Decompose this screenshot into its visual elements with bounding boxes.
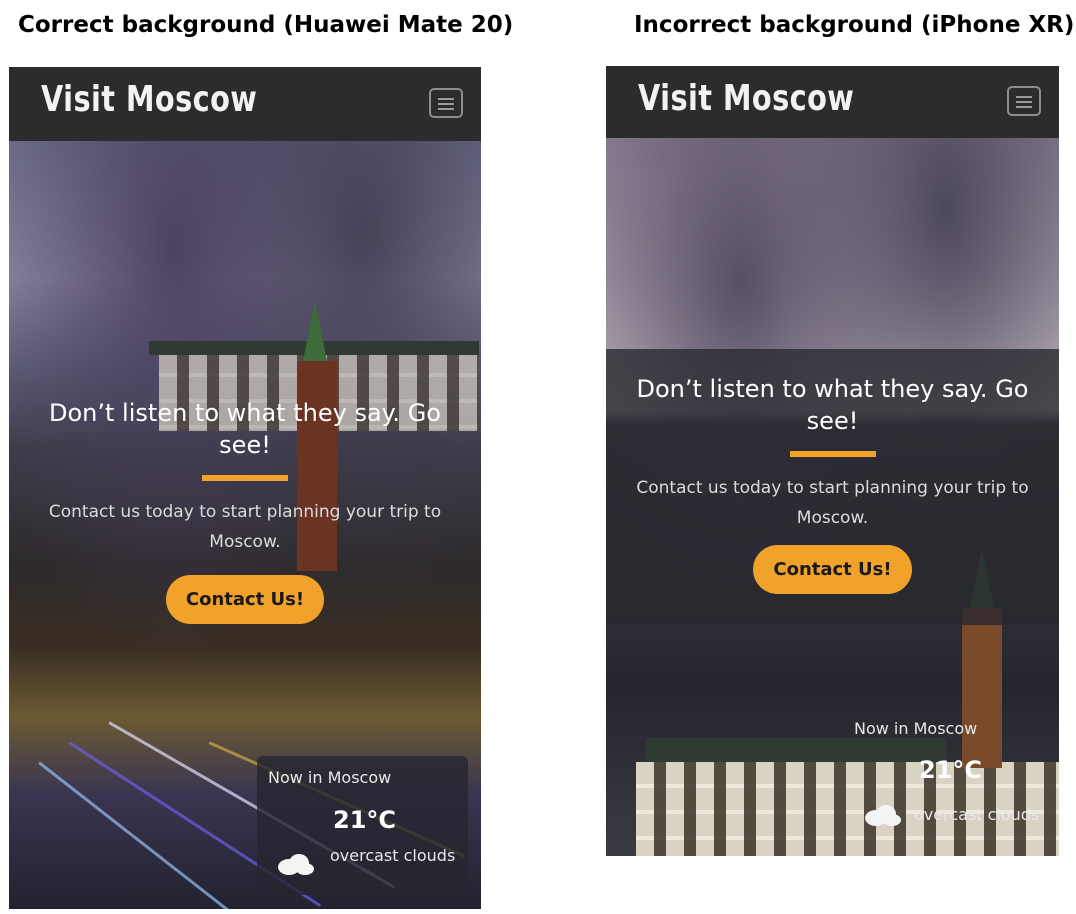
navbar: Visit Moscow — [9, 67, 481, 141]
weather-widget: Now in Moscow 21°C overcast clouds — [844, 715, 1054, 835]
cloud-icon — [865, 805, 901, 826]
weather-temperature: 21°C — [333, 806, 397, 834]
weather-temperature: 21°C — [919, 756, 983, 784]
cloud-icon — [278, 854, 314, 875]
contact-button[interactable]: Contact Us! — [753, 545, 912, 594]
title-underline — [789, 451, 876, 457]
weather-title: Now in Moscow — [268, 768, 392, 787]
weather-description: overcast clouds — [330, 846, 456, 865]
tower-spire — [303, 301, 327, 361]
hamburger-menu-icon[interactable] — [429, 88, 463, 118]
contact-button[interactable]: Contact Us! — [165, 575, 325, 624]
weather-description: overcast clouds — [914, 805, 1040, 824]
phone-screenshot-iphone: Visit Moscow Don’t listen to what they s… — [606, 66, 1059, 856]
hero-subtitle: Contact us today to start planning your … — [48, 502, 442, 552]
hero-section: Don’t listen to what they say. Go see! C… — [9, 397, 481, 624]
hamburger-menu-icon[interactable] — [1007, 86, 1041, 116]
caption-correct: Correct background (Huawei Mate 20) — [18, 12, 514, 38]
brand-logo[interactable]: Visit Moscow — [41, 79, 257, 120]
navbar: Visit Moscow — [606, 66, 1059, 138]
brand-logo[interactable]: Visit Moscow — [638, 78, 854, 119]
caption-incorrect: Incorrect background (iPhone XR) — [634, 12, 1075, 38]
weather-widget: Now in Moscow 21°C overcast clouds — [257, 756, 468, 895]
hero-title: Don’t listen to what they say. Go see! — [49, 399, 441, 459]
hero-title: Don’t listen to what they say. Go see! — [636, 375, 1029, 435]
title-underline — [202, 475, 288, 481]
phone-screenshot-huawei: Visit Moscow Don’t listen to what they s… — [9, 67, 481, 909]
weather-title: Now in Moscow — [854, 719, 978, 738]
hero-section: Don’t listen to what they say. Go see! C… — [606, 349, 1059, 625]
hero-subtitle: Contact us today to start planning your … — [636, 478, 1029, 528]
